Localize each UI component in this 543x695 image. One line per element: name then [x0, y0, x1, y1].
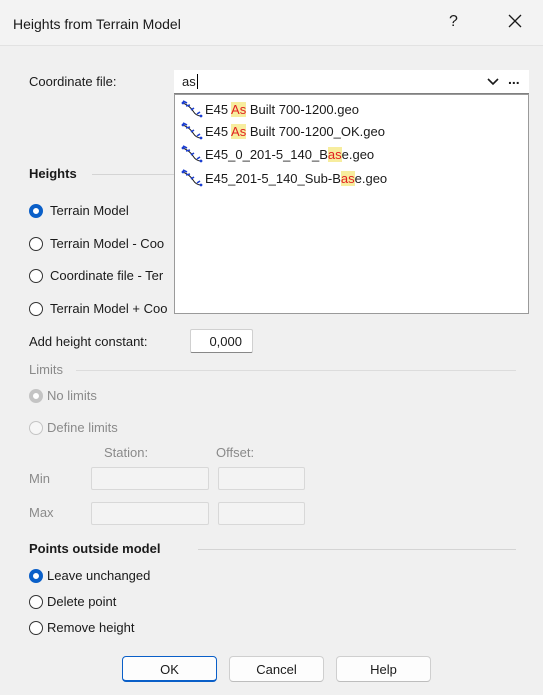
max-offset-input[interactable] — [218, 502, 305, 525]
limits-divider — [76, 370, 516, 371]
window-title: Heights from Terrain Model — [13, 16, 181, 32]
radio-label: Coordinate file - Ter — [50, 268, 164, 283]
text-caret — [197, 74, 198, 89]
max-label: Max — [29, 505, 54, 520]
radio-button[interactable] — [29, 595, 43, 609]
height-constant-input[interactable]: 0,000 — [190, 329, 253, 353]
radio-label: Leave unchanged — [47, 568, 151, 583]
suggestion-text: E45 As Built 700-1200_OK.geo — [205, 124, 385, 139]
cancel-button[interactable]: Cancel — [229, 656, 324, 682]
radio-button[interactable] — [29, 621, 43, 635]
min-offset-input[interactable] — [218, 467, 305, 490]
limits-heading: Limits — [29, 362, 63, 377]
alignment-file-icon — [181, 169, 203, 187]
radio-label: Remove height — [47, 620, 135, 635]
radio-button-disabled[interactable] — [29, 421, 43, 435]
min-label: Min — [29, 471, 50, 486]
suggestion-text: E45_0_201-5_140_Base.geo — [205, 147, 375, 162]
heights-divider — [92, 174, 175, 175]
height-constant-label: Add height constant: — [29, 334, 148, 349]
radio-label: Delete point — [47, 594, 117, 609]
help-icon[interactable]: ? — [449, 13, 458, 31]
suggestion-text: E45 As Built 700-1200.geo — [205, 102, 359, 117]
ok-button[interactable]: OK — [122, 656, 217, 682]
coordinate-file-input[interactable]: as — [182, 74, 196, 89]
close-icon[interactable] — [500, 9, 530, 35]
radio-button-checked[interactable] — [29, 204, 43, 218]
suggestion-text: E45_201-5_140_Sub-Base.geo — [205, 171, 388, 186]
alignment-file-icon — [181, 100, 203, 118]
browse-button[interactable]: ... — [508, 71, 520, 87]
chevron-down-icon[interactable] — [486, 74, 500, 90]
min-station-input[interactable] — [91, 467, 209, 490]
list-item[interactable]: E45 As Built 700-1200.geo — [181, 98, 521, 120]
radio-label: Terrain Model + Coo — [50, 301, 168, 316]
radio-button-checked[interactable] — [29, 569, 43, 583]
points-outside-divider — [198, 549, 516, 550]
coordinate-file-combobox[interactable]: as ... — [174, 70, 529, 94]
radio-button[interactable] — [29, 237, 43, 251]
max-station-input[interactable] — [91, 502, 209, 525]
offset-label: Offset: — [216, 445, 255, 460]
list-item[interactable]: E45 As Built 700-1200_OK.geo — [181, 120, 521, 142]
heights-heading: Heights — [29, 166, 77, 181]
list-item[interactable]: E45_201-5_140_Sub-Base.geo — [181, 167, 521, 189]
radio-label: Define limits — [47, 420, 118, 435]
alignment-file-icon — [181, 145, 203, 163]
radio-label: Terrain Model - Coo — [50, 236, 165, 251]
list-item[interactable]: E45_0_201-5_140_Base.geo — [181, 143, 521, 165]
radio-label: No limits — [47, 388, 97, 403]
radio-button[interactable] — [29, 302, 43, 316]
radio-button[interactable] — [29, 269, 43, 283]
radio-button-checked-disabled[interactable] — [29, 389, 43, 403]
alignment-file-icon — [181, 122, 203, 140]
coordinate-file-label: Coordinate file: — [29, 74, 117, 89]
station-label: Station: — [104, 445, 149, 460]
points-outside-heading: Points outside model — [29, 541, 161, 556]
radio-label: Terrain Model — [50, 203, 129, 218]
help-button[interactable]: Help — [336, 656, 431, 682]
title-bar: Heights from Terrain Model ? — [0, 0, 543, 46]
autocomplete-dropdown: E45 As Built 700-1200.geo E45 As Built 7… — [174, 94, 529, 314]
